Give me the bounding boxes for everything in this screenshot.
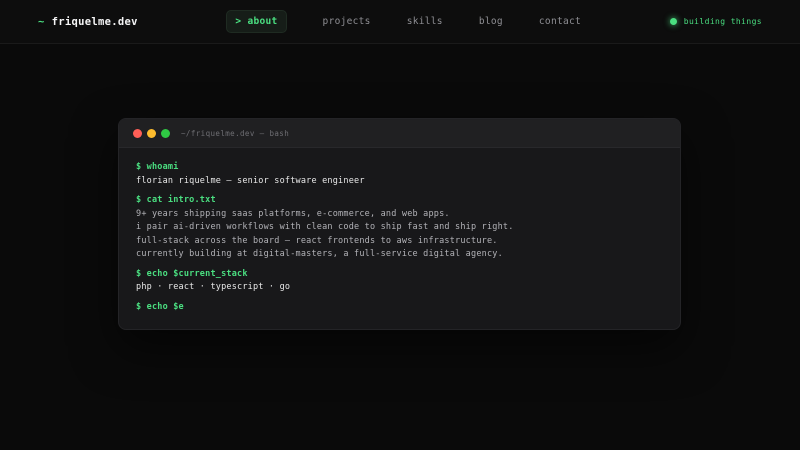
terminal-output-line: florian riquelme — senior software engin… — [136, 175, 663, 189]
status-dot-icon — [670, 18, 677, 25]
nav-item-projects[interactable]: projects — [323, 16, 371, 27]
nav-item-skills[interactable]: skills — [407, 16, 443, 27]
terminal-output-line: 9+ years shipping saas platforms, e-comm… — [136, 208, 663, 222]
maximize-icon[interactable] — [161, 129, 170, 138]
status-badge: building things — [670, 17, 762, 26]
window-controls — [133, 129, 170, 138]
terminal-output-line: currently building at digital-masters, a… — [136, 248, 663, 262]
terminal-output-line: i pair ai-driven workflows with clean co… — [136, 221, 663, 235]
terminal-output-line: full-stack across the board — react fron… — [136, 235, 663, 249]
terminal-block: $ echo $current_stackphp · react · types… — [136, 268, 663, 295]
terminal-title: ~/friquelme.dev — bash — [181, 129, 289, 138]
top-nav-bar: ~ friquelme.dev > about projects skills blo… — [0, 0, 800, 44]
terminal-block: $ echo $e — [136, 301, 663, 315]
terminal-block: $ cat intro.txt9+ years shipping saas pl… — [136, 194, 663, 262]
terminal-body: $ whoamiflorian riquelme — senior softwa… — [119, 148, 680, 329]
minimize-icon[interactable] — [147, 129, 156, 138]
terminal-block: $ whoamiflorian riquelme — senior softwa… — [136, 161, 663, 188]
tilde-icon: ~ — [38, 16, 45, 28]
nav-item-about[interactable]: > about — [226, 10, 286, 33]
nav-item-blog[interactable]: blog — [479, 16, 503, 27]
close-icon[interactable] — [133, 129, 142, 138]
terminal-command: $ echo $e — [136, 301, 663, 315]
status-label: building things — [684, 17, 762, 26]
terminal-command: $ whoami — [136, 161, 663, 175]
terminal-output-line: php · react · typescript · go — [136, 281, 663, 295]
terminal-command: $ cat intro.txt — [136, 194, 663, 208]
site-logo[interactable]: ~ friquelme.dev — [38, 16, 138, 28]
main-nav: > about projects skills blog contact — [138, 10, 670, 33]
terminal-titlebar: ~/friquelme.dev — bash — [119, 119, 680, 148]
terminal-window: ~/friquelme.dev — bash $ whoamiflorian r… — [118, 118, 681, 330]
site-logo-text: friquelme.dev — [52, 16, 138, 28]
nav-item-contact[interactable]: contact — [539, 16, 581, 27]
terminal-command: $ echo $current_stack — [136, 268, 663, 282]
